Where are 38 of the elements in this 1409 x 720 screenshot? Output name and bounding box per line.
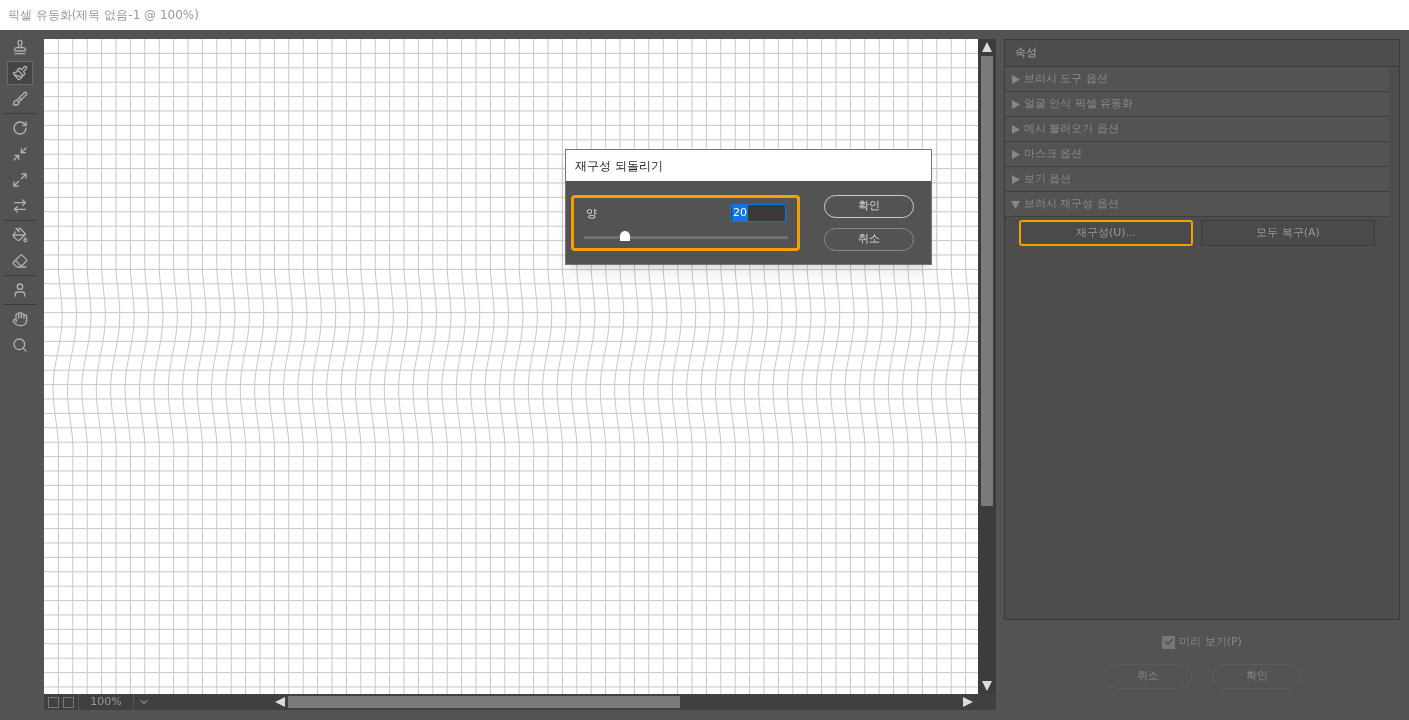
triangle-right-icon: [1011, 74, 1020, 84]
dialog-title: 재구성 되돌리기: [575, 157, 663, 175]
swirl-icon: [12, 120, 28, 136]
reconstruct-button[interactable]: 재구성(U)...: [1019, 220, 1193, 246]
triangle-right-icon: [1011, 149, 1020, 159]
amount-slider[interactable]: [584, 231, 788, 243]
stamp-icon: [12, 39, 28, 55]
amount-label: 양: [586, 206, 597, 222]
reconstruct-button[interactable]: 모두 복구(A): [1201, 220, 1375, 246]
person-icon: [12, 282, 28, 298]
triangle-right-icon: [1011, 99, 1020, 109]
brush-icon: [12, 91, 28, 107]
scroll-up-icon[interactable]: [981, 41, 993, 53]
check-icon: [1163, 637, 1174, 648]
arrows-outward-icon: [12, 172, 28, 188]
arrows-inward-icon: [12, 146, 28, 162]
zoom-icon: [12, 337, 28, 353]
panel-title: 속성: [1015, 44, 1037, 61]
slider-thumb[interactable]: [619, 231, 630, 241]
scroll-right-icon: [962, 696, 974, 708]
checkbox[interactable]: [1162, 635, 1176, 649]
horizontal-scrollbar[interactable]: [274, 695, 974, 709]
scroll-down-icon[interactable]: [981, 680, 993, 692]
paintbrush-icon: [12, 65, 28, 81]
zoom-level[interactable]: 100%: [78, 693, 134, 711]
arrows-sideways-icon: [12, 198, 28, 214]
triangle-right-icon: [1011, 124, 1020, 134]
square-icon[interactable]: [48, 696, 59, 708]
hand-icon: [12, 311, 28, 327]
vertical-scrollbar[interactable]: [978, 39, 996, 694]
amount-field[interactable]: 20: [730, 204, 786, 222]
triangle-right-icon: [1011, 174, 1020, 184]
scroll-left-icon: [274, 696, 286, 708]
window-title: 픽셀 유동화(제목 없음-1 @ 100%): [8, 7, 199, 24]
eraser-icon: [12, 253, 28, 269]
triangle-down-icon: [1011, 199, 1020, 209]
bucket-icon: [12, 227, 28, 243]
paintbrush-tool[interactable]: [7, 61, 33, 85]
